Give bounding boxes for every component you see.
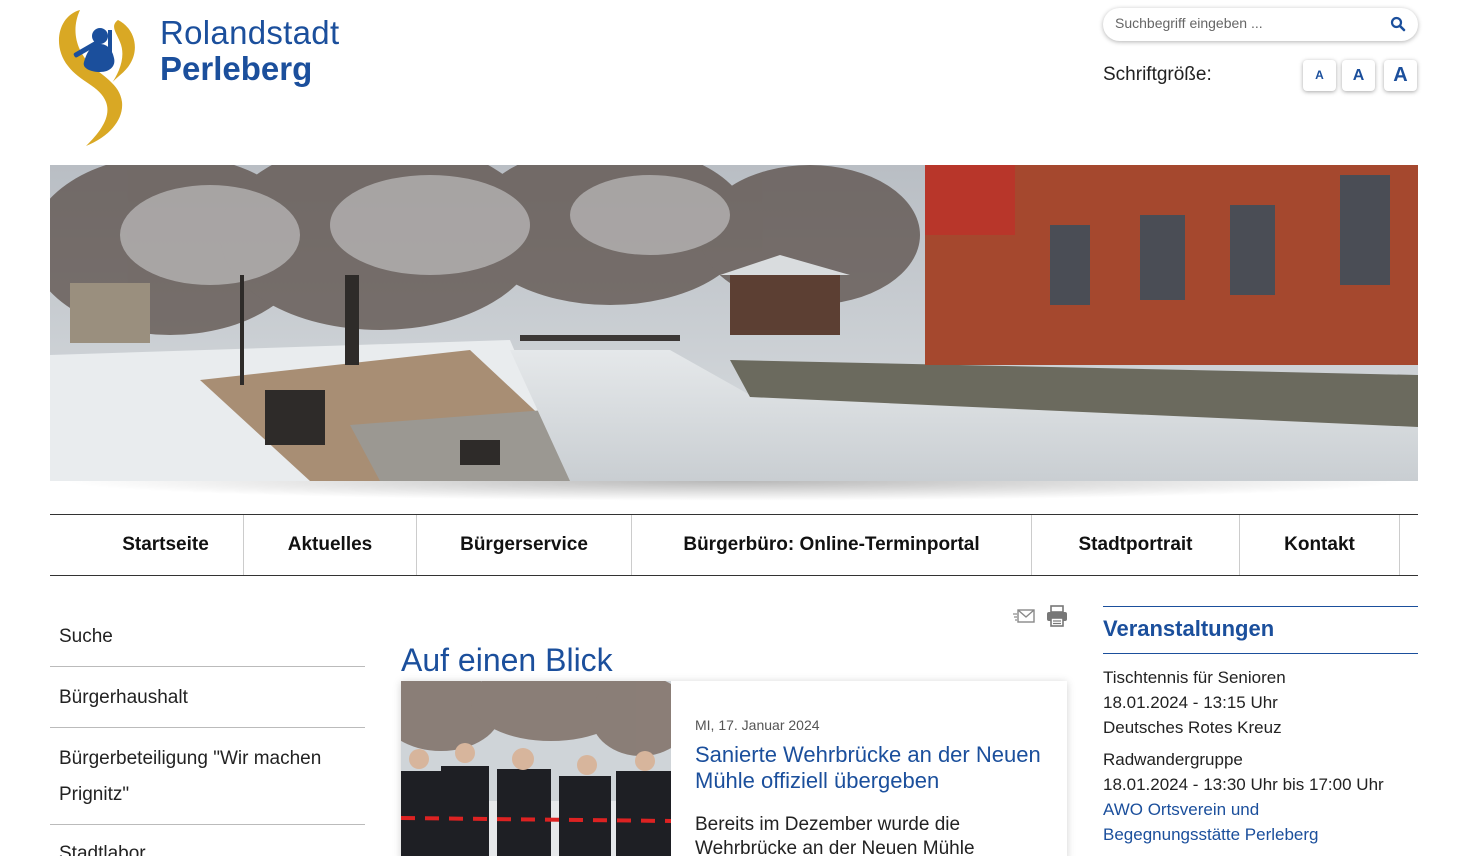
event-location: Deutsches Rotes Kreuz [1103,718,1282,737]
email-share-icon[interactable] [1013,608,1035,624]
event-location-link[interactable]: AWO Ortsverein und Begegnungsstätte Perl… [1103,797,1363,847]
event-name: Tischtennis für Senioren [1103,668,1286,687]
fontsize-medium-button[interactable]: A [1342,60,1375,91]
nav-item-kontakt[interactable]: Kontakt [1240,515,1400,575]
logo-title-line1: Rolandstadt [160,14,340,51]
page-title: Auf einen Blick [401,642,613,678]
sidebar-item-buergerbeteiligung[interactable]: Bürgerbeteiligung "Wir machen Prignitz" [50,739,365,825]
events-header: Veranstaltungen [1103,606,1418,654]
roland-emblem-icon [58,10,135,146]
search-input[interactable] [1115,15,1375,31]
event-name: Radwandergruppe [1103,750,1243,769]
event-time: 18.01.2024 - 13:30 Uhr bis 17:00 Uhr [1103,775,1384,794]
nav-item-startseite[interactable]: Startseite [88,515,244,575]
search-icon[interactable] [1390,16,1406,32]
fontsize-label: Schriftgröße: [1103,64,1212,85]
events-title: Veranstaltungen [1103,616,1275,641]
news-teaser: Bereits im Dezember wurde die Wehrbrücke… [695,814,975,856]
hero-shadow [58,481,1410,501]
sidebar-item-buergerhaushalt[interactable]: Bürgerhaushalt [50,678,365,728]
sidebar-item-suche[interactable]: Suche [50,617,365,667]
news-headline-link[interactable]: Sanierte Wehrbrücke an der Neuen Mühle o… [695,742,1045,794]
fontsize-small-button[interactable]: A [1303,60,1336,91]
nav-item-aktuelles[interactable]: Aktuelles [244,515,417,575]
hero-slider[interactable] [50,165,1418,481]
print-icon[interactable] [1046,605,1068,627]
search-box [1103,8,1418,41]
hero-image [50,165,1418,481]
logo-title-line2: Perleberg [160,50,313,87]
fontsize-large-button[interactable]: A [1384,60,1417,91]
sidebar-item-stadtlabor[interactable]: Stadtlabor [50,834,365,856]
event-time: 18.01.2024 - 13:15 Uhr [1103,693,1278,712]
site-logo[interactable]: Rolandstadt Perleberg [50,6,350,150]
nav-item-stadtportrait[interactable]: Stadtportrait [1032,515,1240,575]
nav-item-buergerservice[interactable]: Bürgerservice [417,515,632,575]
nav-item-terminportal[interactable]: Bürgerbüro: Online-Terminportal [632,515,1032,575]
news-card[interactable]: MI, 17. Januar 2024 Sanierte Wehrbrücke … [401,681,1067,856]
news-image [401,681,671,856]
main-navigation: Startseite Aktuelles Bürgerservice Bürge… [50,514,1418,576]
news-date: MI, 17. Januar 2024 [695,717,820,733]
